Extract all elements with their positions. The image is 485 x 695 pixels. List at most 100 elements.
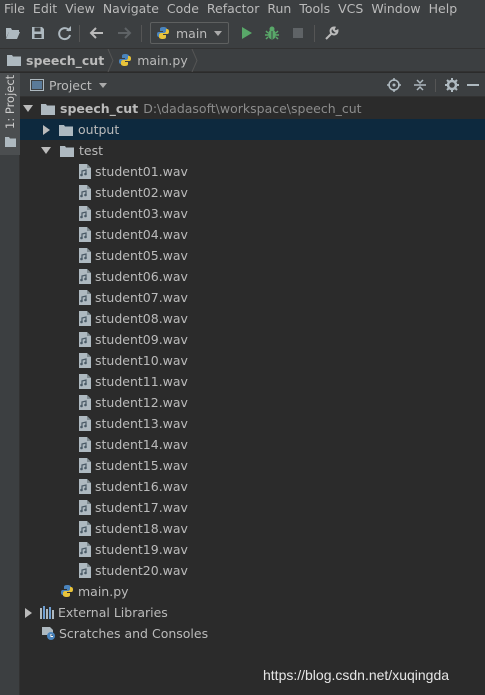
tree-file-wav[interactable]: student02.wav [20,182,485,203]
file-name: student09.wav [95,332,188,347]
tree-file-wav[interactable]: student18.wav [20,518,485,539]
tree-file-wav[interactable]: student13.wav [20,413,485,434]
menu-vcs[interactable]: VCS [334,0,367,17]
menu-view[interactable]: View [61,0,99,17]
menu-run[interactable]: Run [263,0,295,17]
header-separator [435,79,436,92]
audio-file-icon [79,563,91,578]
forward-icon[interactable] [115,24,133,42]
scratches-label: Scratches and Consoles [59,626,209,641]
chevron-right-icon[interactable] [43,124,50,135]
tree-folder-test[interactable]: test [20,140,485,161]
tree-file-wav[interactable]: student16.wav [20,476,485,497]
menu-tools[interactable]: Tools [295,0,334,17]
file-name: student05.wav [95,248,188,263]
tree-file-wav[interactable]: student11.wav [20,371,485,392]
tree-file-wav[interactable]: student12.wav [20,392,485,413]
tree-file-wav[interactable]: student03.wav [20,203,485,224]
tree-file-wav[interactable]: student08.wav [20,308,485,329]
wrench-icon[interactable] [322,24,340,42]
gear-icon[interactable] [445,78,459,92]
file-name: student02.wav [95,185,188,200]
breadcrumb-separator-icon [191,48,198,72]
file-name: student19.wav [95,542,188,557]
audio-file-icon [79,185,91,200]
locate-icon[interactable] [387,78,401,92]
panel-title[interactable]: Project [49,78,92,93]
tree-root-speech-cut[interactable]: speech_cut D:\dadasoft\workspace\speech_… [20,98,485,119]
tree-file-wav[interactable]: student01.wav [20,161,485,182]
file-name: student03.wav [95,206,188,221]
tree-folder-output[interactable]: output [20,119,485,140]
tree-file-wav[interactable]: student20.wav [20,560,485,581]
debug-icon[interactable] [263,24,281,42]
tree-scratches-and-consoles[interactable]: Scratches and Consoles [20,623,485,644]
tool-window-strip: 1: Project [0,73,20,695]
breadcrumb-file[interactable]: main.py [114,49,188,72]
tree-file-wav[interactable]: student19.wav [20,539,485,560]
root-folder-name: speech_cut [60,101,139,116]
tree-file-wav[interactable]: student14.wav [20,434,485,455]
file-name: student06.wav [95,269,188,284]
audio-file-icon [79,248,91,263]
hide-panel-icon[interactable] [467,82,479,88]
menu-file[interactable]: File [0,0,29,17]
library-icon [40,606,54,619]
chevron-down-icon[interactable] [23,105,33,112]
audio-file-icon [79,206,91,221]
menu-window[interactable]: Window [367,0,424,17]
stop-icon[interactable] [289,24,307,42]
file-name: student01.wav [95,164,188,179]
audio-file-icon [79,416,91,431]
tree-file-wav[interactable]: student07.wav [20,287,485,308]
menu-edit[interactable]: Edit [29,0,61,17]
tree-file-wav[interactable]: student06.wav [20,266,485,287]
tree-external-libraries[interactable]: External Libraries [20,602,485,623]
chevron-down-icon[interactable] [99,83,107,88]
audio-file-icon [79,437,91,452]
tree-file-wav[interactable]: student05.wav [20,245,485,266]
toolbar-separator [141,25,142,42]
run-configuration-select[interactable]: main [150,22,229,44]
tree-file-main-py[interactable]: main.py [20,581,485,602]
file-name: main.py [78,584,129,599]
audio-file-icon [79,521,91,536]
run-icon[interactable] [238,24,256,42]
tree-file-wav[interactable]: student17.wav [20,497,485,518]
file-name: student20.wav [95,563,188,578]
menu-navigate[interactable]: Navigate [99,0,163,17]
back-icon[interactable] [88,24,106,42]
folder-name: test [79,143,104,158]
sync-icon[interactable] [55,24,73,42]
chevron-down-icon[interactable] [41,147,51,154]
toolbar-separator [314,25,315,42]
tree-file-wav[interactable]: student04.wav [20,224,485,245]
tree-file-wav[interactable]: student09.wav [20,329,485,350]
project-panel-header: Project [20,73,485,97]
audio-file-icon [79,227,91,242]
tree-file-wav[interactable]: student15.wav [20,455,485,476]
project-tool-window-tab[interactable]: 1: Project [0,73,20,155]
audio-file-icon [79,542,91,557]
menu-code[interactable]: Code [163,0,203,17]
file-name: student07.wav [95,290,188,305]
tree-file-wav[interactable]: student10.wav [20,350,485,371]
toolbar-separator [79,25,80,42]
python-file-icon [61,585,73,597]
open-folder-icon[interactable] [4,24,22,42]
root-folder-path: D:\dadasoft\workspace\speech_cut [143,101,362,116]
save-icon[interactable] [29,24,47,42]
file-name: student04.wav [95,227,188,242]
audio-file-icon [79,332,91,347]
collapse-all-icon[interactable] [413,78,427,92]
audio-file-icon [79,290,91,305]
menu-help[interactable]: Help [425,0,462,17]
file-name: student12.wav [95,395,188,410]
breadcrumb-project-label: speech_cut [26,52,105,68]
run-config-label: main [176,25,208,41]
folder-icon [41,103,55,115]
chevron-right-icon[interactable] [25,607,32,618]
menu-refactor[interactable]: Refactor [203,0,263,17]
audio-file-icon [79,395,91,410]
file-name: student08.wav [95,311,188,326]
